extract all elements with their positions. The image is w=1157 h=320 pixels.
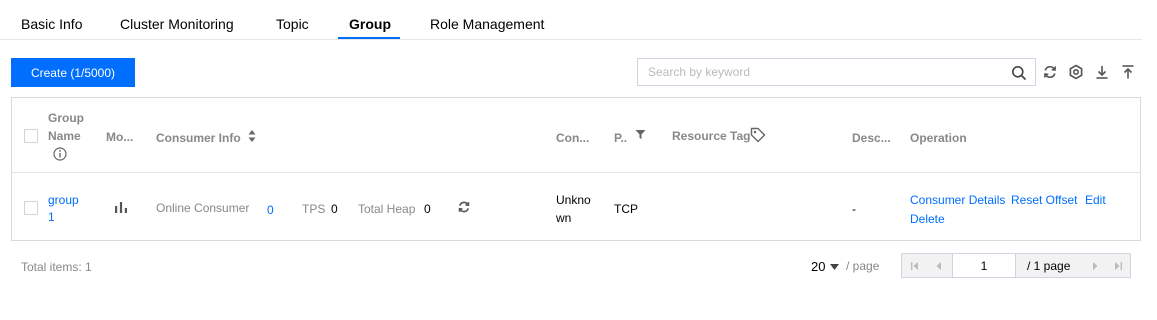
last-page-icon[interactable] bbox=[1113, 261, 1123, 271]
header-operation: Operation bbox=[910, 131, 967, 145]
header-resource-tag: Resource Tag bbox=[672, 129, 751, 143]
tag-icon[interactable] bbox=[750, 127, 766, 143]
group-name-link[interactable]: group bbox=[48, 191, 79, 209]
search-input[interactable] bbox=[638, 59, 1006, 85]
header-consumer-info: Consumer Info bbox=[156, 131, 241, 145]
delete-link[interactable]: Delete bbox=[910, 210, 945, 228]
create-button[interactable]: Create (1/5000) bbox=[11, 58, 135, 87]
tab-basic-info[interactable]: Basic Info bbox=[21, 16, 82, 32]
tps-value: 0 bbox=[331, 202, 338, 216]
group-name-link-line2[interactable]: 1 bbox=[48, 208, 55, 226]
online-consumer-value[interactable]: 0 bbox=[267, 201, 274, 219]
download-icon[interactable] bbox=[1094, 64, 1110, 80]
search-box bbox=[637, 58, 1036, 86]
tab-role-management[interactable]: Role Management bbox=[430, 16, 544, 32]
info-icon[interactable] bbox=[53, 147, 67, 161]
next-controls: / 1 page bbox=[1015, 253, 1131, 278]
header-monitoring: Mo... bbox=[106, 130, 134, 144]
active-tab-indicator bbox=[338, 37, 400, 39]
tab-topic[interactable]: Topic bbox=[276, 16, 309, 32]
edit-link[interactable]: Edit bbox=[1085, 191, 1106, 209]
header-description: Desc... bbox=[852, 131, 891, 145]
group-table: Group Name Mo... Consumer Info Con... P.… bbox=[11, 97, 1141, 241]
header-group-name-line2: Name bbox=[48, 129, 81, 143]
row-checkbox[interactable] bbox=[24, 201, 38, 215]
total-items: Total items: 1 bbox=[21, 260, 92, 274]
prev-controls bbox=[901, 253, 953, 278]
tps-label: TPS bbox=[302, 202, 326, 216]
upload-icon[interactable] bbox=[1120, 64, 1136, 80]
refresh-icon[interactable] bbox=[1042, 64, 1058, 80]
total-heap-label: Total Heap bbox=[358, 202, 416, 216]
settings-icon[interactable] bbox=[1068, 64, 1084, 80]
refresh-icon[interactable] bbox=[457, 200, 471, 214]
online-consumer-label: Online Consumer bbox=[156, 201, 250, 215]
page-size-value[interactable]: 20 bbox=[811, 259, 825, 274]
first-page-icon[interactable] bbox=[910, 261, 920, 271]
header-group-name-line1: Group bbox=[48, 111, 84, 125]
bar-chart-icon[interactable] bbox=[114, 200, 128, 214]
tab-cluster-monitoring[interactable]: Cluster Monitoring bbox=[120, 16, 234, 32]
search-icon[interactable] bbox=[1011, 65, 1027, 81]
select-all-checkbox[interactable] bbox=[24, 129, 38, 143]
filter-icon[interactable] bbox=[635, 129, 646, 140]
tab-group[interactable]: Group bbox=[349, 16, 391, 32]
header-protocol: P.. bbox=[614, 131, 628, 145]
total-heap-value: 0 bbox=[424, 202, 431, 216]
total-pages-label: / 1 page bbox=[1027, 259, 1071, 273]
header-consumer: Con... bbox=[556, 131, 590, 145]
protocol-value: TCP bbox=[614, 202, 638, 216]
page-number-input[interactable] bbox=[952, 253, 1016, 278]
prev-page-icon[interactable] bbox=[934, 261, 944, 271]
next-page-icon[interactable] bbox=[1090, 261, 1100, 271]
per-page-label: / page bbox=[846, 259, 880, 273]
consumer-details-link[interactable]: Consumer Details bbox=[910, 191, 1005, 209]
chevron-down-icon[interactable] bbox=[830, 264, 839, 270]
sort-icon[interactable] bbox=[247, 129, 257, 143]
header-divider bbox=[12, 172, 1140, 173]
reset-offset-link[interactable]: Reset Offset bbox=[1011, 191, 1077, 209]
consumer-status-line2: wn bbox=[556, 211, 572, 225]
description-value: - bbox=[852, 202, 856, 216]
tab-bar: Basic Info Cluster Monitoring Topic Grou… bbox=[0, 0, 1142, 40]
consumer-status-line1: Unkno bbox=[556, 193, 591, 207]
